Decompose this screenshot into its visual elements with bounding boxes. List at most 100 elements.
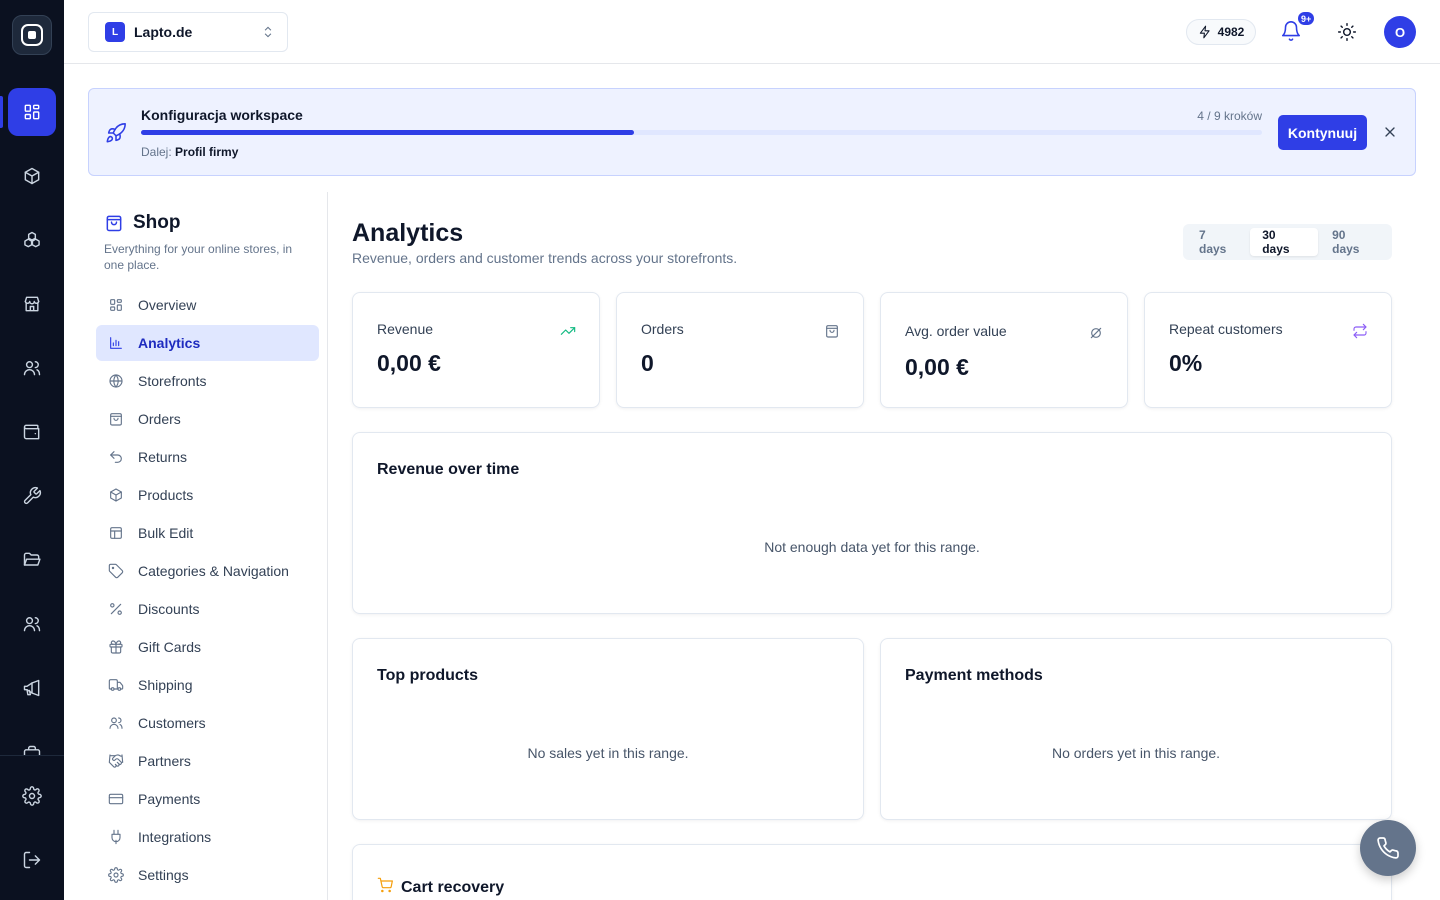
nav-orders[interactable]: Orders <box>96 401 319 437</box>
briefcase-icon[interactable] <box>8 728 56 755</box>
workspace-name: Lapto.de <box>134 24 193 40</box>
kpi-repeat-customers: Repeat customers 0% <box>1144 292 1392 408</box>
dashboard-icon[interactable] <box>8 88 56 136</box>
store-icon[interactable] <box>8 280 56 328</box>
workspace-switcher[interactable]: L Lapto.de <box>88 12 288 52</box>
nav-label: Storefronts <box>138 373 207 389</box>
card-title: Cart recovery <box>401 879 505 896</box>
kpi-value: 0% <box>1169 350 1203 376</box>
user-avatar[interactable]: O <box>1384 16 1416 48</box>
nav-label: Discounts <box>138 601 200 617</box>
nav-label: Bulk Edit <box>138 525 194 541</box>
plug-icon <box>111 829 121 845</box>
nav-label: Partners <box>138 753 191 769</box>
active-indicator <box>0 96 3 128</box>
nav-settings[interactable]: Settings <box>96 857 319 893</box>
average-icon <box>1088 325 1104 341</box>
card-title: Revenue over time <box>377 461 520 478</box>
range-90-days[interactable]: 90 days <box>1320 228 1388 256</box>
logout-icon[interactable] <box>8 836 56 884</box>
nav-partners[interactable]: Partners <box>96 743 319 779</box>
shop-description: Everything for your online stores, in on… <box>104 242 293 272</box>
nav-customers[interactable]: Customers <box>96 705 319 741</box>
users-icon[interactable] <box>8 344 56 392</box>
kpi-value: 0,00 € <box>377 350 441 376</box>
page-subtitle: Revenue, orders and customer trends acro… <box>352 250 738 266</box>
credits-count: 4982 <box>1217 25 1245 39</box>
date-range-selector: 7 days 30 days 90 days <box>1183 224 1392 260</box>
shop-header: Shop <box>104 212 181 234</box>
nav-label: Payments <box>138 791 201 807</box>
app-logo[interactable] <box>12 15 52 55</box>
kpi-label: Orders <box>641 321 684 337</box>
next-value: Profil firmy <box>175 145 239 159</box>
close-banner-button[interactable] <box>1382 124 1398 140</box>
nav-label: Integrations <box>138 829 212 845</box>
range-7-days[interactable]: 7 days <box>1187 228 1248 256</box>
nav-shipping[interactable]: Shipping <box>96 667 319 703</box>
card-title: Top products <box>377 667 479 684</box>
kpi-avg-order-value: Avg. order value 0,00 € <box>880 292 1128 408</box>
top-products-card: Top products No sales yet in this range. <box>352 638 864 820</box>
box-icon <box>110 488 122 502</box>
range-30-days[interactable]: 30 days <box>1250 228 1319 256</box>
call-button[interactable] <box>1360 820 1416 876</box>
theme-toggle[interactable] <box>1337 22 1357 42</box>
continue-button[interactable]: Kontynuuj <box>1278 115 1367 150</box>
nav-label: Categories & Navigation <box>138 563 289 579</box>
nav-bulk-edit[interactable]: Bulk Edit <box>96 515 319 551</box>
nav-overview[interactable]: Overview <box>96 287 319 323</box>
nav-payments[interactable]: Payments <box>96 781 319 817</box>
tag-icon <box>108 563 124 579</box>
shopping-bag-icon <box>110 413 122 426</box>
wallet-icon[interactable] <box>8 408 56 456</box>
nav-discounts[interactable]: Discounts <box>96 591 319 627</box>
nav-label: Returns <box>138 449 188 465</box>
megaphone-icon[interactable] <box>8 664 56 712</box>
app-rail <box>0 0 64 900</box>
nav-categories[interactable]: Categories & Navigation <box>96 553 319 589</box>
nav-analytics[interactable]: Analytics <box>96 325 319 361</box>
nav-label: Gift Cards <box>138 639 202 655</box>
rocket-icon <box>105 122 127 144</box>
banner-title: Konfiguracja workspace <box>141 107 303 123</box>
modules-icon[interactable] <box>8 216 56 264</box>
nav-storefronts[interactable]: Storefronts <box>96 363 319 399</box>
nav-label: Overview <box>138 297 197 313</box>
nav-returns[interactable]: Returns <box>96 439 319 475</box>
team-icon[interactable] <box>8 600 56 648</box>
revenue-over-time-card: Revenue over time Not enough data yet fo… <box>352 432 1392 614</box>
nav-label: Products <box>138 487 194 503</box>
notifications-button[interactable]: 9+ <box>1280 11 1316 44</box>
shop-nav: Overview Analytics Storefronts Orders Re… <box>96 287 319 895</box>
nav-gift-cards[interactable]: Gift Cards <box>96 629 319 665</box>
phone-icon <box>1377 837 1399 859</box>
kpi-label: Avg. order value <box>905 323 1007 339</box>
empty-state: Not enough data yet for this range. <box>764 539 980 555</box>
empty-state: No orders yet in this range. <box>1051 745 1221 761</box>
package-icon[interactable] <box>8 152 56 200</box>
sun-icon <box>1337 22 1357 42</box>
banner-steps: 4 / 9 kroków <box>1197 109 1262 123</box>
kpi-value: 0 <box>641 350 654 376</box>
page-title: Analytics <box>352 219 464 247</box>
kpi-label: Revenue <box>377 321 434 337</box>
credits-pill[interactable]: 4982 <box>1186 19 1256 45</box>
trending-up-icon <box>560 323 576 339</box>
kpi-revenue: Revenue 0,00 € <box>352 292 600 408</box>
gear-icon <box>108 867 124 883</box>
nav-integrations[interactable]: Integrations <box>96 819 319 855</box>
notification-count-badge: 9+ <box>1297 11 1316 26</box>
undo-icon <box>110 451 122 463</box>
percent-icon <box>110 603 122 615</box>
settings-icon[interactable] <box>8 772 56 820</box>
folder-icon[interactable] <box>8 536 56 584</box>
wrench-icon[interactable] <box>8 472 56 520</box>
workspace-badge: L <box>105 22 125 42</box>
kpi-value: 0,00 € <box>905 354 969 380</box>
shopping-cart-icon <box>377 877 393 893</box>
shop-sidebar: Shop Everything for your online stores, … <box>88 192 328 900</box>
nav-products[interactable]: Products <box>96 477 319 513</box>
users-icon <box>109 717 123 729</box>
cart-recovery-card: Cart recovery <box>352 844 1392 900</box>
